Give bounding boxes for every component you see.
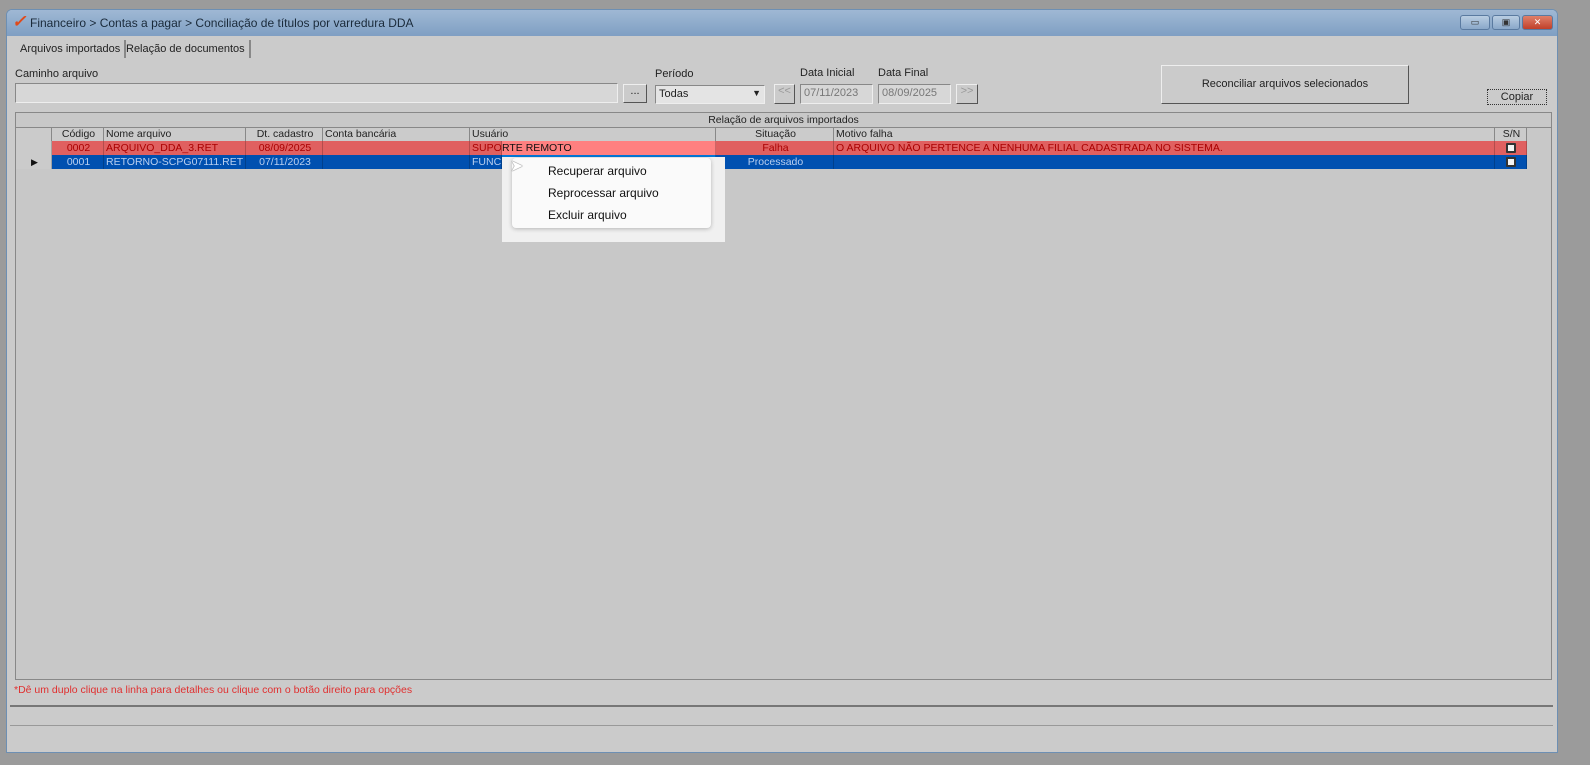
cell-motivo[interactable]: [834, 155, 1495, 169]
cell-conta[interactable]: [323, 141, 470, 155]
col-codigo[interactable]: Código: [52, 128, 104, 142]
col-motivo[interactable]: Motivo falha: [834, 128, 1495, 142]
tab-arquivos-importados[interactable]: Arquivos importados: [16, 40, 127, 58]
period-value: Todas: [659, 88, 689, 100]
row-indicator-header: [16, 128, 52, 142]
select-checkbox[interactable]: [1506, 157, 1516, 167]
prev-period-button[interactable]: <<: [774, 84, 795, 104]
cell-usuario[interactable]: SUPO: [470, 141, 502, 155]
divider: [10, 705, 1553, 707]
start-date-input[interactable]: 07/11/2023: [800, 84, 873, 104]
cell-codigo[interactable]: 0001: [52, 155, 104, 169]
minimize-button[interactable]: ▭: [1460, 15, 1490, 30]
path-label: Caminho arquivo: [15, 68, 99, 80]
select-checkbox[interactable]: [1506, 143, 1516, 153]
hint-text: *Dê um duplo clique na linha para detalh…: [14, 684, 413, 696]
col-nome[interactable]: Nome arquivo: [104, 128, 246, 142]
browse-button[interactable]: ...: [623, 84, 647, 103]
cell-usuario-edit[interactable]: RTE REMOTO: [502, 141, 716, 155]
cell-situacao[interactable]: Falha: [716, 141, 834, 155]
window-title: Financeiro > Contas a pagar > Conciliaçã…: [30, 16, 414, 30]
menu-item-reprocessar[interactable]: Reprocessar arquivo: [548, 186, 659, 200]
reconcile-button[interactable]: Reconciliar arquivos selecionados: [1161, 65, 1409, 104]
maximize-button[interactable]: ▣: [1492, 15, 1520, 30]
cell-nome[interactable]: RETORNO-SCPG07111.RET: [104, 155, 246, 169]
row-indicator[interactable]: ▶: [16, 155, 52, 169]
cell-sn[interactable]: [1495, 155, 1527, 169]
grid-title: Relação de arquivos importados: [16, 113, 1551, 128]
cell-situacao[interactable]: Processado: [716, 155, 834, 169]
cell-codigo[interactable]: 0002: [52, 141, 104, 155]
app-logo-icon: ✓: [12, 12, 27, 31]
end-date-label: Data Final: [878, 67, 929, 79]
col-conta[interactable]: Conta bancária: [323, 128, 470, 142]
current-row-arrow-icon: ▶: [31, 157, 38, 167]
copy-button[interactable]: Copiar: [1487, 89, 1547, 105]
chevron-down-icon: ▼: [752, 88, 761, 98]
context-menu: Recuperar arquivo Reprocessar arquivo Ex…: [512, 158, 711, 228]
status-bar: [10, 725, 1553, 726]
start-date-label: Data Inicial: [800, 67, 855, 79]
period-label: Período: [655, 68, 694, 80]
cell-usuario[interactable]: FUNC: [470, 155, 502, 169]
cell-conta[interactable]: [323, 155, 470, 169]
col-usuario[interactable]: Usuário: [470, 128, 716, 142]
period-select[interactable]: Todas ▼: [655, 85, 765, 104]
menu-item-recuperar[interactable]: Recuperar arquivo: [548, 164, 647, 178]
mouse-cursor-icon: ➤: [510, 158, 524, 175]
cell-data[interactable]: 08/09/2025: [246, 141, 323, 155]
tab-relacao-documentos[interactable]: Relação de documentos: [122, 40, 251, 58]
cell-sn[interactable]: [1495, 141, 1527, 155]
close-button[interactable]: ✕: [1522, 15, 1553, 30]
files-grid: [15, 112, 1552, 680]
end-date-input[interactable]: 08/09/2025: [878, 84, 951, 104]
col-data[interactable]: Dt. cadastro: [246, 128, 323, 142]
path-input[interactable]: [15, 83, 618, 103]
next-period-button[interactable]: >>: [956, 84, 978, 104]
cell-motivo[interactable]: O ARQUIVO NÃO PERTENCE A NENHUMA FILIAL …: [834, 141, 1495, 155]
cell-nome[interactable]: ARQUIVO_DDA_3.RET: [104, 141, 246, 155]
cell-data[interactable]: 07/11/2023: [246, 155, 323, 169]
row-indicator[interactable]: [16, 141, 52, 155]
col-situacao[interactable]: Situação: [716, 128, 834, 142]
col-sn[interactable]: S/N: [1495, 128, 1527, 142]
menu-item-excluir[interactable]: Excluir arquivo: [548, 208, 627, 222]
